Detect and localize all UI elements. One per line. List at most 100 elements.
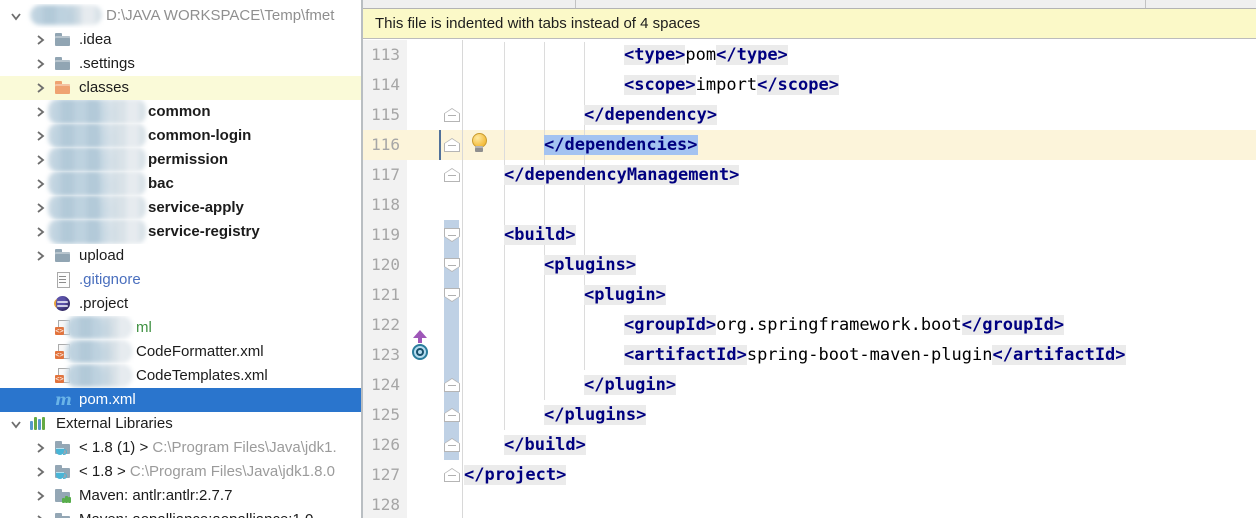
chevron-right-icon[interactable] bbox=[34, 178, 46, 190]
tree-item-maven-antlr-antlr-2.7.7[interactable]: Maven: antlr:antlr:2.7.7 bbox=[0, 484, 361, 508]
fold-marker-end[interactable] bbox=[444, 138, 460, 152]
tree-item-codetemplates.xml[interactable]: <>CodeTemplates.xml bbox=[0, 364, 361, 388]
folder-icon bbox=[55, 56, 72, 72]
line-number: 122 bbox=[363, 310, 400, 340]
line-number: 114 bbox=[363, 70, 400, 100]
ide-window: D:\JAVA WORKSPACE\Temp\fmet.idea.setting… bbox=[0, 0, 1256, 518]
chevron-down-icon[interactable] bbox=[10, 418, 22, 430]
fold-marker-start[interactable] bbox=[444, 258, 460, 272]
code-line-123[interactable]: <artifactId>spring-boot-maven-plugin</ar… bbox=[464, 340, 1256, 370]
tree-item-maven-aopalliance-aopalliance-1.0[interactable]: Maven: aopalliance:aopalliance:1.0 bbox=[0, 508, 361, 518]
chevron-right-icon[interactable] bbox=[34, 442, 46, 454]
tree-item-common[interactable]: common bbox=[0, 100, 361, 124]
caret-gutter-mark bbox=[439, 130, 441, 160]
fold-marker-end[interactable] bbox=[444, 108, 460, 122]
chevron-right-icon[interactable] bbox=[34, 154, 46, 166]
chevron-right-icon[interactable] bbox=[34, 34, 46, 46]
line-number: 119 bbox=[363, 220, 400, 250]
chevron-right-icon[interactable] bbox=[34, 106, 46, 118]
code-line-124[interactable]: </plugin> bbox=[464, 370, 1256, 400]
tree-item-label: < 1.8 (1) > C:\Program Files\Java\jdk1. bbox=[79, 438, 337, 458]
tree-item-upload[interactable]: upload bbox=[0, 244, 361, 268]
fold-marker-end[interactable] bbox=[444, 438, 460, 452]
tree-item-label: Maven: antlr:antlr:2.7.7 bbox=[79, 486, 232, 506]
xml-text: spring-boot-maven-plugin bbox=[747, 345, 993, 365]
code-line-118[interactable] bbox=[464, 190, 1256, 220]
redaction-blur bbox=[48, 148, 146, 172]
code-line-119[interactable]: <build> bbox=[464, 220, 1256, 250]
tree-item-project-root[interactable]: D:\JAVA WORKSPACE\Temp\fmet bbox=[0, 4, 361, 28]
line-number: 120 bbox=[363, 250, 400, 280]
tree-item-label: D:\JAVA WORKSPACE\Temp\fmet bbox=[106, 6, 334, 26]
tree-item-<-1.8->[interactable]: < 1.8 > C:\Program Files\Java\jdk1.8.0 bbox=[0, 460, 361, 484]
editor-pane[interactable]: This file is indented with tabs instead … bbox=[363, 0, 1256, 518]
line-number: 123 bbox=[363, 340, 400, 370]
fold-marker-end[interactable] bbox=[444, 468, 460, 482]
override-gutter-icon[interactable] bbox=[410, 330, 430, 368]
chevron-right-icon[interactable] bbox=[34, 514, 46, 518]
tree-item-.settings[interactable]: .settings bbox=[0, 52, 361, 76]
code-line-127[interactable]: </project> bbox=[464, 460, 1256, 490]
chevron-right-icon[interactable] bbox=[34, 466, 46, 478]
tree-item-.project[interactable]: .project bbox=[0, 292, 361, 316]
chevron-right-icon[interactable] bbox=[34, 250, 46, 262]
code-line-116[interactable]: </dependencies> bbox=[464, 130, 1256, 160]
chevron-right-icon[interactable] bbox=[34, 226, 46, 238]
tree-item-ml[interactable]: <>ml bbox=[0, 316, 361, 340]
xml-tag: </plugin> bbox=[584, 375, 676, 395]
xml-tag: <artifactId> bbox=[624, 345, 747, 365]
tree-item-classes[interactable]: classes bbox=[0, 76, 361, 100]
tree-item-common-login[interactable]: common-login bbox=[0, 124, 361, 148]
code-line-114[interactable]: <scope>import</scope> bbox=[464, 70, 1256, 100]
chevron-right-icon[interactable] bbox=[34, 490, 46, 502]
tree-item-label: bac bbox=[148, 174, 174, 194]
code-line-126[interactable]: </build> bbox=[464, 430, 1256, 460]
tree-item-external-libraries[interactable]: External Libraries bbox=[0, 412, 361, 436]
line-number: 113 bbox=[363, 40, 400, 70]
tree-item-codeformatter.xml[interactable]: <>CodeFormatter.xml bbox=[0, 340, 361, 364]
redaction-blur bbox=[48, 124, 146, 148]
project-tool-window[interactable]: D:\JAVA WORKSPACE\Temp\fmet.idea.setting… bbox=[0, 0, 363, 518]
redaction-blur bbox=[30, 5, 102, 25]
intention-bulb-icon[interactable] bbox=[471, 133, 487, 155]
jdk-icon bbox=[55, 440, 72, 456]
code-line-128[interactable] bbox=[464, 490, 1256, 518]
fold-marker-start[interactable] bbox=[444, 288, 460, 302]
jdk-icon bbox=[55, 464, 72, 480]
fold-marker-end[interactable] bbox=[444, 378, 460, 392]
redaction-blur bbox=[66, 340, 132, 363]
chevron-right-icon[interactable] bbox=[34, 82, 46, 94]
line-number: 118 bbox=[363, 190, 400, 220]
chevron-right-icon[interactable] bbox=[34, 202, 46, 214]
fold-marker-start[interactable] bbox=[444, 228, 460, 242]
tree-item-service-apply[interactable]: service-apply bbox=[0, 196, 361, 220]
code-line-121[interactable]: <plugin> bbox=[464, 280, 1256, 310]
chevron-right-icon[interactable] bbox=[34, 130, 46, 142]
folder-icon bbox=[55, 248, 72, 264]
tree-item-permission[interactable]: permission bbox=[0, 148, 361, 172]
fold-marker-end[interactable] bbox=[444, 168, 460, 182]
selected-text: </dependencies> bbox=[544, 135, 698, 155]
tree-item-label: classes bbox=[79, 78, 129, 98]
library-path: C:\Program Files\Java\jdk1. bbox=[148, 439, 336, 456]
fold-region-stripe bbox=[444, 220, 459, 460]
code-line-125[interactable]: </plugins> bbox=[464, 400, 1256, 430]
tree-item-label: service-apply bbox=[148, 198, 244, 218]
line-number: 115 bbox=[363, 100, 400, 130]
code-line-113[interactable]: <type>pom</type> bbox=[464, 40, 1256, 70]
code-line-115[interactable]: </dependency> bbox=[464, 100, 1256, 130]
tree-item-.idea[interactable]: .idea bbox=[0, 28, 361, 52]
fold-marker-end[interactable] bbox=[444, 408, 460, 422]
code-line-117[interactable]: </dependencyManagement> bbox=[464, 160, 1256, 190]
xml-text: import bbox=[696, 75, 757, 95]
code-line-122[interactable]: <groupId>org.springframework.boot</group… bbox=[464, 310, 1256, 340]
chevron-right-icon[interactable] bbox=[34, 58, 46, 70]
tree-item-pom.xml[interactable]: mpom.xml bbox=[0, 388, 361, 412]
chevron-down-icon[interactable] bbox=[10, 10, 22, 22]
toolbar-edge-strip bbox=[363, 0, 1256, 9]
tree-item-.gitignore[interactable]: .gitignore bbox=[0, 268, 361, 292]
tree-item-service-registry[interactable]: service-registry bbox=[0, 220, 361, 244]
tree-item-<-1.8-(1)->[interactable]: < 1.8 (1) > C:\Program Files\Java\jdk1. bbox=[0, 436, 361, 460]
tree-item-bac[interactable]: bac bbox=[0, 172, 361, 196]
code-line-120[interactable]: <plugins> bbox=[464, 250, 1256, 280]
